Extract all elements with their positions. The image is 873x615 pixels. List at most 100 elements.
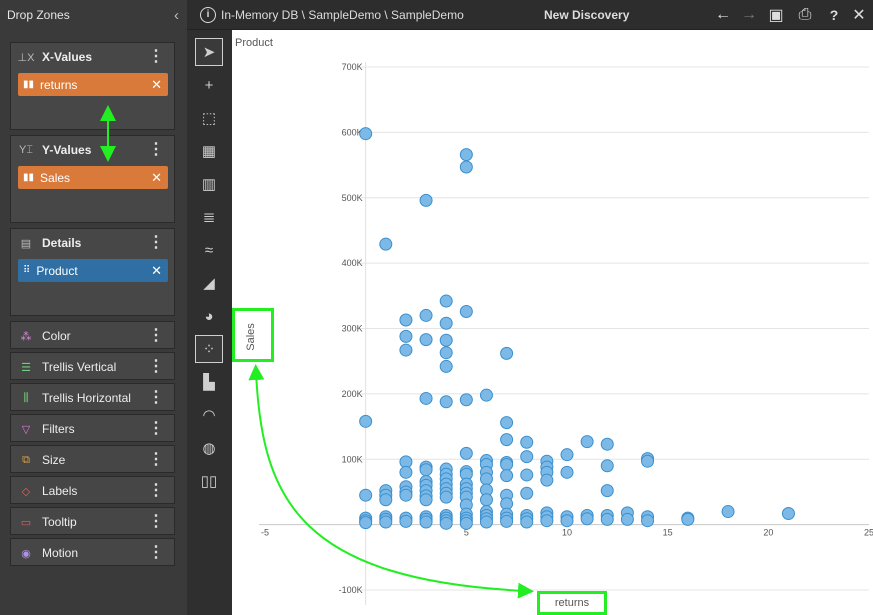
pivot-grid-icon[interactable]: ▯▯ bbox=[195, 467, 223, 495]
data-point[interactable] bbox=[459, 305, 473, 319]
data-point[interactable] bbox=[520, 468, 534, 482]
data-point[interactable] bbox=[500, 346, 514, 360]
zone-size[interactable]: ⧉ Size ⋮ bbox=[10, 445, 175, 473]
data-point[interactable] bbox=[520, 486, 534, 500]
scatter-chart-icon[interactable]: ⁘ bbox=[195, 335, 223, 363]
data-point[interactable] bbox=[459, 148, 473, 162]
data-point[interactable] bbox=[500, 433, 514, 447]
data-point[interactable] bbox=[419, 493, 433, 507]
data-point[interactable] bbox=[540, 514, 554, 528]
data-point[interactable] bbox=[439, 395, 453, 409]
data-point[interactable] bbox=[641, 454, 655, 468]
chart-area[interactable]: Product 700K 600K 500K 400K 300K 200K 100K -100… bbox=[232, 30, 873, 615]
data-point[interactable] bbox=[600, 484, 614, 498]
data-point[interactable] bbox=[439, 516, 453, 530]
data-point[interactable] bbox=[600, 459, 614, 473]
data-point[interactable] bbox=[479, 493, 493, 507]
data-point[interactable] bbox=[681, 512, 695, 526]
line-chart-icon[interactable]: ≈ bbox=[195, 236, 223, 264]
data-point[interactable] bbox=[419, 308, 433, 322]
data-point[interactable] bbox=[600, 437, 614, 451]
data-point[interactable] bbox=[399, 343, 413, 357]
close-icon[interactable]: ✕ bbox=[848, 4, 870, 26]
scatter-plot[interactable]: 700K600K500K400K300K200K100K-100K-5 5 10 15… bbox=[232, 30, 873, 615]
data-point[interactable] bbox=[459, 393, 473, 407]
data-point[interactable] bbox=[439, 359, 453, 373]
data-point[interactable] bbox=[520, 435, 534, 449]
data-point[interactable] bbox=[580, 435, 594, 449]
zone-tooltip[interactable]: ▭ Tooltip ⋮ bbox=[10, 507, 175, 535]
labels-menu-icon[interactable]: ⋮ bbox=[148, 483, 164, 499]
data-point[interactable] bbox=[500, 416, 514, 430]
trellis-horizontal-menu-icon[interactable]: ⋮ bbox=[148, 390, 164, 406]
details-menu-icon[interactable]: ⋮ bbox=[148, 235, 164, 251]
data-point[interactable] bbox=[500, 457, 514, 471]
data-point[interactable] bbox=[620, 512, 634, 526]
data-point[interactable] bbox=[439, 346, 453, 360]
x-values-zone[interactable]: ⊥X X-Values ⋮ ▮▮ returns ✕ bbox=[10, 42, 175, 130]
data-point[interactable] bbox=[399, 313, 413, 327]
trellis-vertical-menu-icon[interactable]: ⋮ bbox=[148, 359, 164, 375]
zone-labels[interactable]: ◇ Labels ⋮ bbox=[10, 476, 175, 504]
data-point[interactable] bbox=[399, 465, 413, 479]
remove-details-chip-icon[interactable]: ✕ bbox=[151, 263, 162, 279]
data-point[interactable] bbox=[359, 414, 373, 428]
bar-chart-icon[interactable]: ≣ bbox=[195, 203, 223, 231]
data-point[interactable] bbox=[359, 488, 373, 502]
data-point[interactable] bbox=[781, 507, 795, 521]
zone-filters[interactable]: ▽ Filters ⋮ bbox=[10, 414, 175, 442]
forward-arrow-icon[interactable]: → bbox=[738, 4, 760, 26]
data-point[interactable] bbox=[399, 488, 413, 502]
print-icon[interactable]: ⎙ bbox=[794, 4, 816, 26]
x-values-menu-icon[interactable]: ⋮ bbox=[148, 49, 164, 65]
data-point[interactable] bbox=[359, 127, 373, 141]
data-point[interactable] bbox=[439, 316, 453, 330]
data-point[interactable] bbox=[419, 391, 433, 405]
zone-trellis-horizontal[interactable]: ⫼ Trellis Horizontal ⋮ bbox=[10, 383, 175, 411]
data-point[interactable] bbox=[439, 333, 453, 347]
zone-trellis-vertical[interactable]: ☰ Trellis Vertical ⋮ bbox=[10, 352, 175, 380]
data-point[interactable] bbox=[479, 388, 493, 402]
data-point[interactable] bbox=[560, 448, 574, 462]
pie-chart-icon[interactable]: ◕ bbox=[195, 302, 223, 330]
data-point[interactable] bbox=[520, 515, 534, 529]
data-point[interactable] bbox=[399, 514, 413, 528]
data-point[interactable] bbox=[560, 465, 574, 479]
data-point[interactable] bbox=[419, 333, 433, 347]
select-pointer-icon[interactable]: ➤ bbox=[195, 38, 223, 66]
remove-x-chip-icon[interactable]: ✕ bbox=[151, 77, 162, 93]
info-icon[interactable]: i bbox=[200, 6, 216, 23]
data-point[interactable] bbox=[600, 512, 614, 526]
column-chart-icon[interactable]: ▥ bbox=[195, 170, 223, 198]
data-point[interactable] bbox=[580, 512, 594, 526]
y-values-chip[interactable]: ▮▮ Sales ✕ bbox=[18, 166, 168, 189]
remove-y-chip-icon[interactable]: ✕ bbox=[151, 170, 162, 186]
data-point[interactable] bbox=[459, 446, 473, 460]
data-point[interactable] bbox=[459, 516, 473, 530]
data-point[interactable] bbox=[439, 294, 453, 308]
data-point[interactable] bbox=[500, 469, 514, 483]
data-point[interactable] bbox=[479, 515, 493, 529]
data-point[interactable] bbox=[419, 193, 433, 207]
data-point[interactable] bbox=[520, 450, 534, 464]
y-values-menu-icon[interactable]: ⋮ bbox=[148, 142, 164, 158]
x-values-chip[interactable]: ▮▮ returns ✕ bbox=[18, 73, 168, 96]
details-chip[interactable]: ⠿ Product ✕ bbox=[18, 259, 168, 282]
treemap-icon[interactable]: ▙ bbox=[195, 368, 223, 396]
back-arrow-icon[interactable]: ← bbox=[712, 4, 734, 26]
data-point[interactable] bbox=[439, 490, 453, 504]
data-point[interactable] bbox=[459, 160, 473, 174]
motion-menu-icon[interactable]: ⋮ bbox=[148, 545, 164, 561]
filters-menu-icon[interactable]: ⋮ bbox=[148, 421, 164, 437]
details-zone[interactable]: ▤ Details ⋮ ⠿ Product ✕ bbox=[10, 228, 175, 316]
data-point[interactable] bbox=[399, 329, 413, 343]
save-icon[interactable]: ▣ bbox=[765, 4, 787, 26]
data-point[interactable] bbox=[379, 237, 393, 251]
marquee-select-icon[interactable]: ⬚ bbox=[195, 104, 223, 132]
data-point[interactable] bbox=[479, 472, 493, 486]
map-globe-icon[interactable]: ◍ bbox=[195, 434, 223, 462]
data-point[interactable] bbox=[419, 515, 433, 529]
help-icon[interactable]: ? bbox=[823, 4, 845, 26]
data-point[interactable] bbox=[379, 515, 393, 529]
area-chart-icon[interactable]: ◢ bbox=[195, 269, 223, 297]
